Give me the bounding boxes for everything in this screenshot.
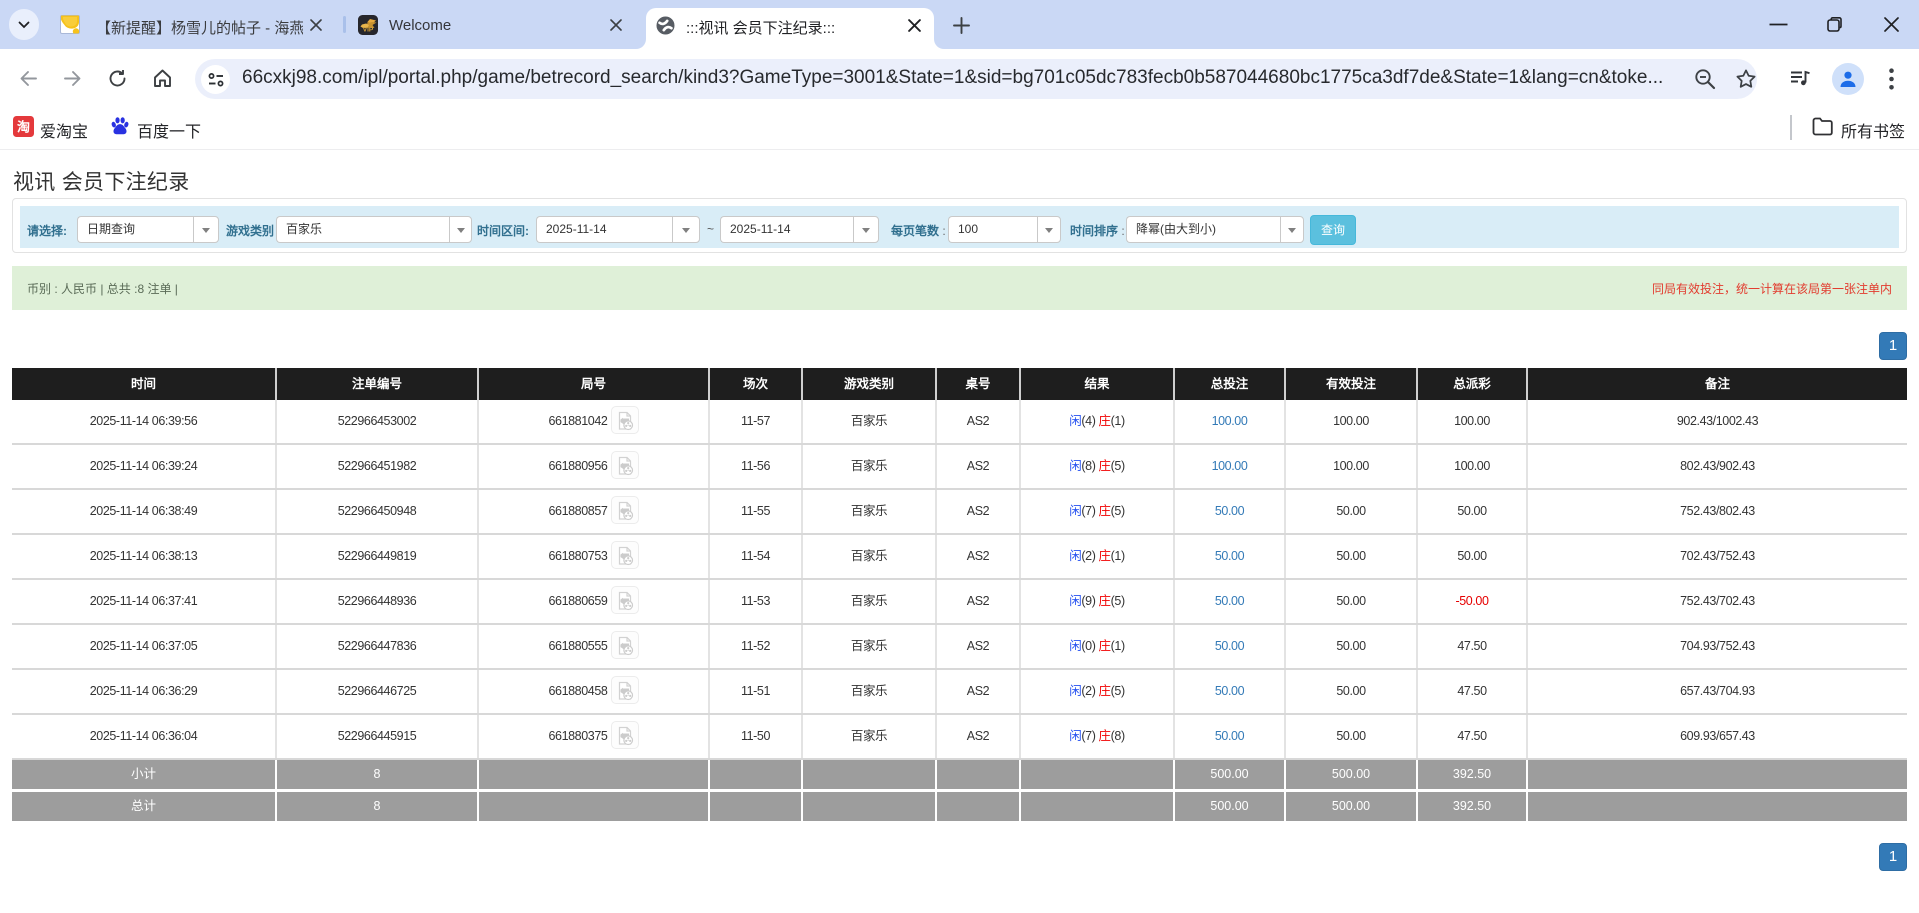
svg-text:VIP: VIP bbox=[363, 27, 374, 34]
svg-text:淘: 淘 bbox=[17, 120, 30, 135]
